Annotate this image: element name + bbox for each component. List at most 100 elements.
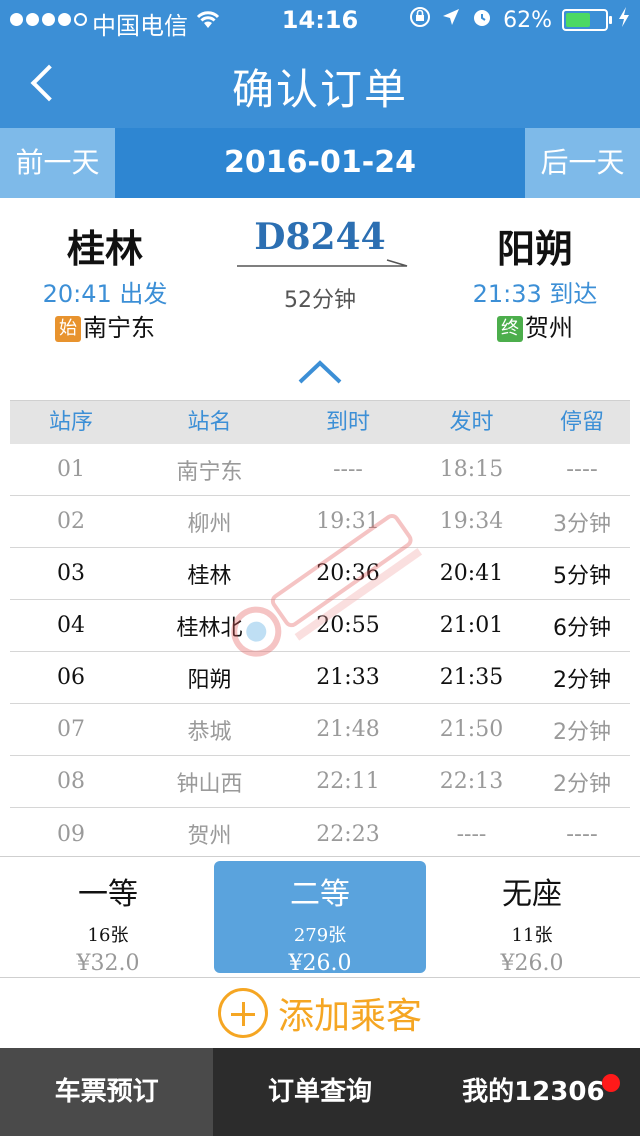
tab-my-12306-label: 我的12306 [462, 1077, 605, 1107]
stop-no: 07 [57, 717, 85, 742]
seat-class-selector: 一等 16张 ¥32.0 二等 279张 ¥26.0 无座 11张 ¥26.0 [0, 856, 640, 978]
status-right: 62% [409, 6, 630, 34]
table-row: 08 钟山西 22:11 22:13 2分钟 [10, 756, 630, 808]
stop-depart: 22:13 [439, 769, 504, 794]
seat-option-first-class[interactable]: 一等 16张 ¥32.0 [2, 861, 214, 976]
prev-day-button[interactable]: 前一天 [0, 128, 115, 198]
header-arrive: 到时 [325, 410, 370, 435]
location-arrow-icon [441, 7, 461, 33]
route-arrow-icon [237, 259, 408, 267]
collapse-stops-button[interactable] [297, 358, 343, 388]
seat-name: 一等 [78, 877, 138, 912]
stop-arrive: 22:23 [316, 821, 380, 847]
table-row: 02 柳州 19:31 19:34 3分钟 [10, 496, 630, 548]
stop-depart: 21:35 [439, 665, 504, 690]
table-row: 03 桂林 20:36 20:41 5分钟 [10, 548, 630, 600]
notification-badge [601, 1074, 620, 1092]
next-day-button[interactable]: 后一天 [525, 128, 640, 198]
seat-count: 16张 [87, 925, 129, 946]
stop-stay: ---- [566, 457, 598, 482]
stop-table-header: 站序 站名 到时 发时 停留 [10, 400, 630, 444]
battery-percent: 62% [503, 7, 552, 33]
add-passenger-button[interactable]: 添加乘客 [0, 978, 640, 1048]
stop-depart: 18:15 [439, 457, 504, 482]
table-row: 01 南宁东 ---- 18:15 ---- [10, 444, 630, 496]
stop-stay: 2分钟 [553, 771, 611, 797]
tab-ticket-booking[interactable]: 车票预订 [0, 1048, 214, 1136]
add-passenger-label: 添加乘客 [277, 996, 422, 1037]
stop-stay: 2分钟 [553, 667, 611, 693]
stop-stay: 3分钟 [553, 511, 611, 537]
plus-circle-icon [217, 988, 268, 1038]
tab-order-query[interactable]: 订单查询 [213, 1048, 426, 1136]
stop-table: 站序 站名 到时 发时 停留 01 南宁东 ---- 18:15 ---- 02… [10, 400, 630, 860]
seat-count: 11张 [511, 925, 553, 946]
stop-no: 01 [57, 457, 85, 482]
seat-price: ¥26.0 [288, 951, 352, 976]
departure-time: 20:41 出发 [42, 280, 168, 308]
stop-station: 柳州 [187, 511, 232, 537]
seat-name: 无座 [502, 877, 562, 912]
travel-duration: 52分钟 [284, 288, 356, 313]
terminal-station: 终贺州 [435, 308, 635, 343]
page-title: 确认订单 [231, 65, 408, 114]
tab-bar: 车票预订 订单查询 我的12306 [0, 1048, 640, 1136]
table-row: 07 恭城 21:48 21:50 2分钟 [10, 704, 630, 756]
stop-depart: ---- [456, 821, 487, 847]
stop-depart: 21:50 [439, 717, 504, 742]
stop-depart: 20:41 [439, 561, 504, 586]
stop-no: 08 [57, 769, 85, 794]
battery-icon [562, 9, 612, 31]
stop-station: 阳朔 [187, 667, 232, 693]
rotation-lock-icon [409, 6, 431, 34]
seat-count: 279张 [293, 925, 347, 946]
seat-option-no-seat[interactable]: 无座 11张 ¥26.0 [426, 861, 638, 976]
header-depart: 发时 [449, 410, 494, 435]
stop-station: 恭城 [187, 719, 232, 745]
seat-name: 二等 [290, 877, 350, 912]
stop-depart: 21:01 [439, 613, 504, 638]
navigation-bar: 确认订单 [0, 40, 640, 128]
stop-arrive: 21:33 [316, 665, 380, 690]
train-number: D8244 [254, 216, 386, 258]
arrival-time: 21:33 到达 [472, 280, 598, 308]
stop-no: 03 [57, 561, 85, 586]
stop-no: 04 [57, 613, 85, 638]
seat-price: ¥32.0 [76, 951, 140, 976]
stop-no: 02 [57, 509, 85, 534]
stop-station: 钟山西 [176, 771, 243, 797]
chevron-up-icon [298, 360, 342, 384]
alarm-icon [471, 6, 493, 34]
header-stop-no: 站序 [48, 410, 93, 435]
arrival-station: 阳朔 [496, 227, 573, 271]
origin-station: 始南宁东 [5, 308, 205, 343]
terminal-tag: 终 [497, 316, 523, 342]
stop-station: 贺州 [187, 824, 232, 849]
status-bar: 中国电信 14:16 62% [0, 0, 640, 40]
tab-my-12306[interactable]: 我的12306 [427, 1048, 640, 1136]
stop-station: 南宁东 [176, 459, 243, 485]
stop-arrive: 20:55 [316, 613, 380, 638]
stop-station: 桂林 [187, 563, 232, 589]
stop-stay: ---- [566, 821, 598, 847]
stop-station: 桂林北 [176, 615, 243, 641]
stop-arrive: ---- [333, 457, 363, 482]
table-row: 06 阳朔 21:33 21:35 2分钟 [10, 652, 630, 704]
date-bar: 前一天 2016-01-24 后一天 [0, 128, 640, 198]
stop-depart: 19:34 [439, 509, 504, 534]
origin-station-name: 南宁东 [83, 314, 155, 342]
stop-stay: 5分钟 [553, 563, 611, 589]
stop-stay: 2分钟 [553, 719, 611, 745]
header-stay: 停留 [559, 410, 604, 435]
table-row: 09 贺州 22:23 ---- ---- [10, 808, 630, 860]
stop-no: 06 [57, 665, 85, 690]
origin-tag: 始 [55, 316, 81, 342]
stop-arrive: 20:36 [316, 561, 380, 586]
train-info: 桂林 20:41 出发 始南宁东 D8244 52分钟 阳朔 21:33 到达 … [0, 198, 640, 346]
stop-no: 09 [57, 821, 85, 847]
table-row: 04 桂林北 20:55 21:01 6分钟 [10, 600, 630, 652]
charging-icon [618, 6, 630, 34]
seat-option-second-class[interactable]: 二等 279张 ¥26.0 [214, 861, 426, 976]
header-station: 站名 [187, 410, 232, 435]
seat-price: ¥26.0 [500, 951, 564, 976]
